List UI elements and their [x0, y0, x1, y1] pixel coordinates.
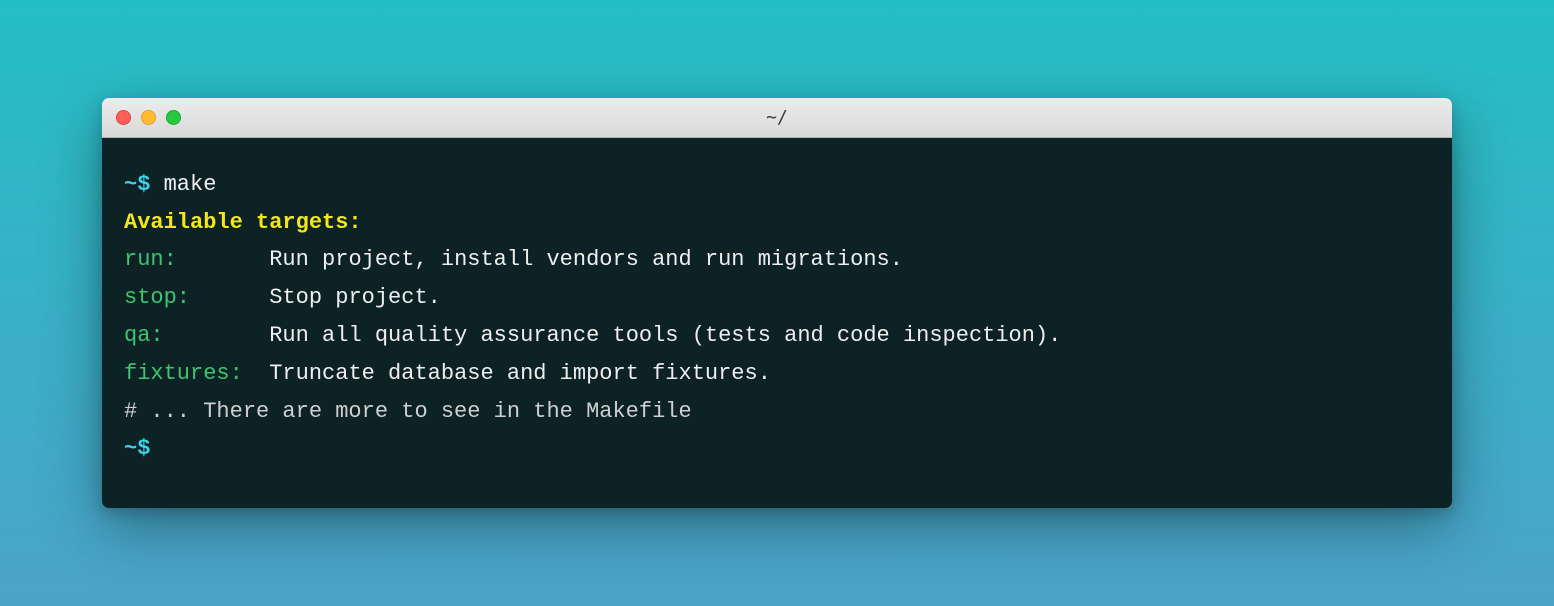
terminal-window: ~/ ~$ make Available targets: run: Run p… — [102, 98, 1452, 509]
target-row: fixtures: Truncate database and import f… — [124, 355, 1430, 393]
target-desc: Run project, install vendors and run mig… — [269, 247, 903, 272]
comment-line: # ... There are more to see in the Makef… — [124, 393, 1430, 431]
target-desc: Truncate database and import fixtures. — [269, 361, 771, 386]
traffic-lights — [116, 110, 181, 125]
command-line: ~$ make — [124, 166, 1430, 204]
prompt: ~$ — [124, 436, 150, 461]
prompt-line: ~$ — [124, 430, 1430, 468]
target-desc: Run all quality assurance tools (tests a… — [269, 323, 1061, 348]
targets-header: Available targets: — [124, 204, 1430, 242]
target-row: run: Run project, install vendors and ru… — [124, 241, 1430, 279]
target-name: fixtures: — [124, 361, 243, 386]
target-row: qa: Run all quality assurance tools (tes… — [124, 317, 1430, 355]
target-name: stop: — [124, 285, 190, 310]
window-title: ~/ — [102, 107, 1452, 128]
titlebar: ~/ — [102, 98, 1452, 138]
close-icon[interactable] — [116, 110, 131, 125]
command-text: make — [164, 172, 217, 197]
target-desc: Stop project. — [269, 285, 441, 310]
prompt: ~$ — [124, 172, 150, 197]
target-row: stop: Stop project. — [124, 279, 1430, 317]
target-name: qa: — [124, 323, 164, 348]
minimize-icon[interactable] — [141, 110, 156, 125]
target-name: run: — [124, 247, 177, 272]
maximize-icon[interactable] — [166, 110, 181, 125]
terminal-body[interactable]: ~$ make Available targets: run: Run proj… — [102, 138, 1452, 509]
